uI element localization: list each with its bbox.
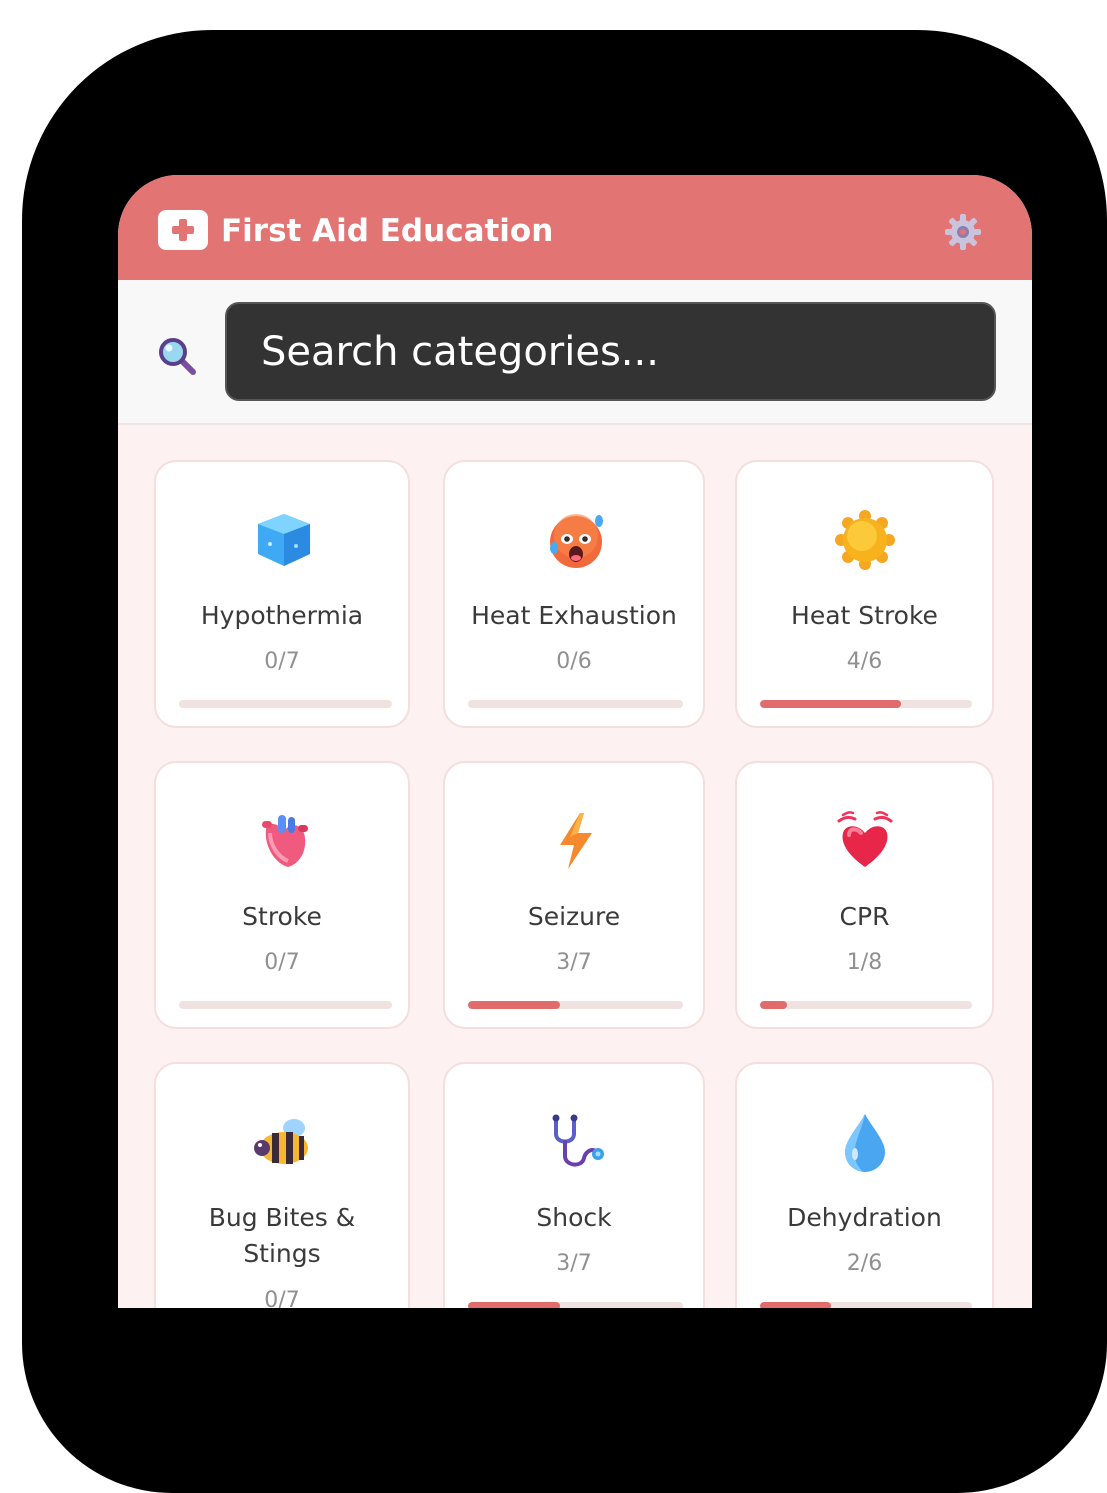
ice-cube-icon [258,514,310,566]
category-card-dehydration[interactable]: Dehydration 2/6 [735,1062,994,1308]
progress-bar [760,700,972,708]
stethoscope-icon [552,1114,604,1167]
app-screen: First Aid Education Search categories...… [118,175,1032,1308]
category-count: 0/7 [264,950,300,975]
category-count: 3/7 [556,1251,592,1276]
category-count: 4/6 [846,649,883,674]
category-title: Heat Exhaustion [471,601,677,630]
medical-cross-icon [158,210,208,250]
category-card-stroke[interactable]: Stroke 0/7 [154,761,410,1029]
hot-face-icon [550,514,603,568]
category-count: 1/8 [846,950,883,975]
category-card-hypothermia[interactable]: Hypothermia 0/7 [154,460,410,728]
droplet-icon [845,1114,885,1172]
category-title: Hypothermia [200,601,364,630]
sun-icon [835,510,895,570]
beating-heart-icon [837,811,893,867]
category-count: 2/6 [846,1251,883,1276]
app-header: First Aid Education [118,175,1032,280]
category-count: 0/7 [264,649,300,674]
category-title: Shock [536,1203,612,1232]
lightning-icon [560,813,592,869]
progress-bar [760,1001,972,1009]
category-title: Bug Bites & Stings [208,1203,356,1268]
category-count: 0/6 [556,649,592,674]
progress-fill [468,1302,561,1308]
category-title: CPR [839,902,890,931]
progress-bar [468,1302,683,1308]
category-card-shock[interactable]: Shock 3/7 [443,1062,705,1308]
anatomical-heart-icon [262,815,308,867]
category-card-heat-stroke[interactable]: Heat Stroke 4/6 [735,460,994,728]
progress-bar [468,700,683,708]
category-count: 3/7 [556,950,592,975]
category-title: Stroke [242,902,322,931]
category-count: 0/7 [264,1288,300,1308]
category-title: Seizure [527,902,621,931]
category-card-cpr[interactable]: CPR 1/8 [735,761,994,1029]
progress-fill [760,700,902,708]
search-bar [118,280,1032,425]
magnifying-glass-icon [159,338,196,375]
category-title: Heat Stroke [791,601,938,630]
category-card-seizure[interactable]: Seizure 3/7 [443,761,705,1029]
category-card-heat-exhaustion[interactable]: Heat Exhaustion 0/6 [443,460,705,728]
progress-bar [468,1001,683,1009]
bee-icon [254,1119,308,1164]
progress-bar [179,1001,392,1009]
search-input[interactable] [225,302,996,401]
category-card-bug-bites-stings[interactable]: Bug Bites & Stings 0/7 [154,1062,410,1308]
progress-bar [179,700,392,708]
progress-fill [468,1001,561,1009]
gear-icon[interactable] [944,213,982,251]
category-title: Dehydration [787,1203,942,1232]
progress-fill [760,1001,787,1009]
progress-bar [760,1302,972,1308]
app-title: First Aid Education [221,213,554,249]
progress-fill [760,1302,831,1308]
